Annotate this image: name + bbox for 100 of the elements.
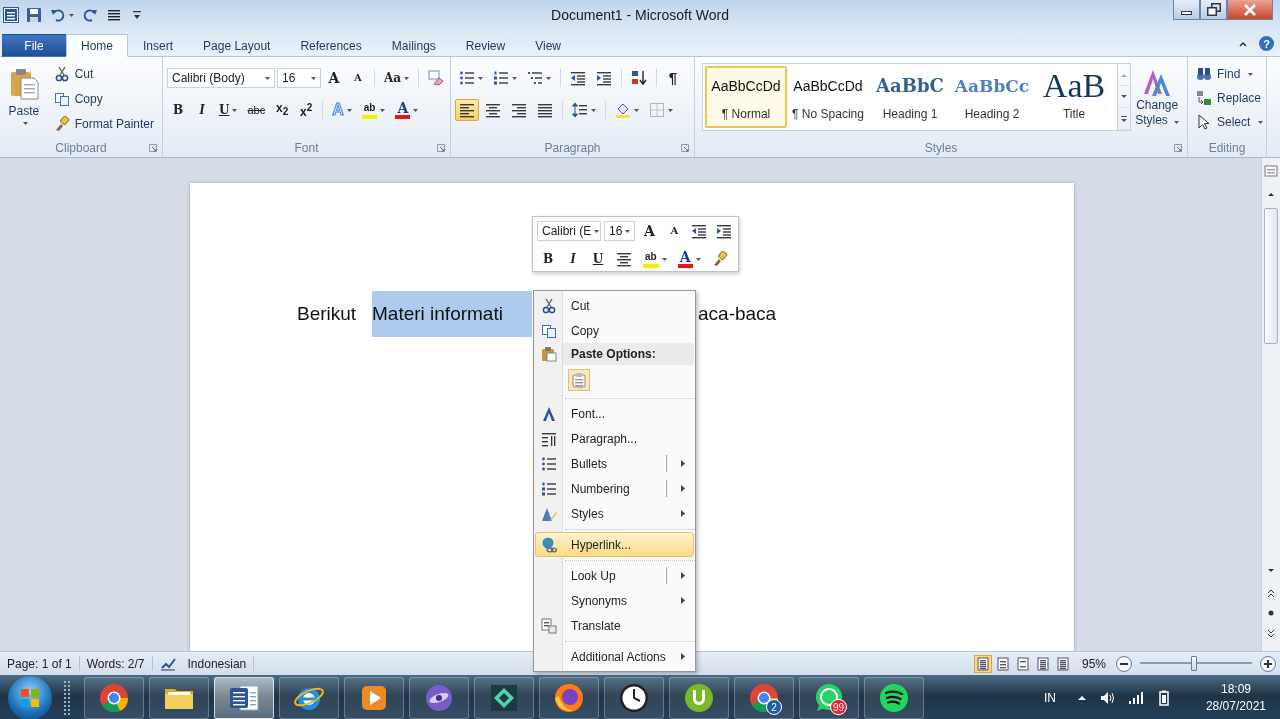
dialog-launcher-icon[interactable] <box>1174 144 1182 152</box>
grow-font-button[interactable]: A <box>638 220 661 242</box>
font-icon <box>541 405 557 422</box>
help-button[interactable]: ? <box>1259 36 1274 51</box>
font-name-field[interactable]: Calibri (Body) <box>167 68 275 88</box>
menu-item[interactable]: Translate <box>535 613 694 638</box>
dialog-launcher-icon[interactable] <box>149 144 157 152</box>
menu-item[interactable]: Look Up <box>535 563 694 588</box>
taskbar-app[interactable] <box>214 677 274 719</box>
replace-button[interactable]: Replace <box>1192 87 1268 109</box>
menu-item[interactable]: Numbering <box>535 476 694 501</box>
font-size-field[interactable]: 16 <box>277 68 321 88</box>
undo-icon <box>50 7 66 23</box>
zoom-in-button[interactable] <box>1260 655 1276 672</box>
web-view-button[interactable] <box>1014 654 1032 673</box>
taskbar-app[interactable] <box>539 677 599 719</box>
menu-item[interactable]: Bullets <box>535 451 694 476</box>
scrollbar-thumb[interactable] <box>1264 208 1278 344</box>
cut-button[interactable]: Cut <box>49 63 158 85</box>
align-left-button[interactable] <box>455 99 479 121</box>
taskbar-app[interactable] <box>409 677 469 719</box>
change-case-button[interactable]: Aa <box>380 67 414 89</box>
underline-button[interactable]: U <box>215 99 242 121</box>
menu-item[interactable]: Additional Actions <box>535 644 694 669</box>
ribbon-tab[interactable]: Mailings <box>376 34 451 57</box>
close-button[interactable] <box>1227 0 1273 20</box>
ribbon-tab[interactable]: File <box>2 34 66 57</box>
ribbon-tab[interactable]: Insert <box>128 34 189 57</box>
superscript-button[interactable]: x$^{2}$ <box>295 99 318 121</box>
taskbar-app[interactable] <box>344 677 404 719</box>
ribbon-tab[interactable]: Review <box>450 34 521 57</box>
change-styles-button[interactable]: Change Styles <box>1131 61 1183 138</box>
shrink-font-button[interactable]: A <box>347 67 369 89</box>
menu-item[interactable]: Copy <box>535 318 694 343</box>
highlight-button[interactable]: ab <box>639 248 671 270</box>
highlight-button[interactable]: ab <box>357 99 390 121</box>
menu-item[interactable]: Paragraph... <box>535 426 694 451</box>
style-preset[interactable]: AaBbCcDd ¶ No Spacing <box>787 66 869 128</box>
maximize-button[interactable] <box>1200 0 1227 20</box>
style-preset[interactable]: AaBbCc Heading 2 <box>951 66 1033 128</box>
copy-button[interactable]: Copy <box>49 88 158 110</box>
taskbar-app[interactable]: 99 <box>799 677 859 719</box>
taskbar-app[interactable]: 2 <box>734 677 794 719</box>
style-preset[interactable]: AaBbC Heading 1 <box>869 66 951 128</box>
menu-item[interactable]: Font... <box>535 401 694 426</box>
taskbar-app[interactable] <box>864 677 924 719</box>
font-color-button[interactable]: A <box>673 248 705 270</box>
format-painter-button[interactable]: Format Painter <box>49 113 158 135</box>
underline-button[interactable]: U <box>587 248 609 270</box>
dialog-launcher-icon[interactable] <box>437 144 445 152</box>
word-count[interactable]: Words: 2/7 <box>79 656 153 671</box>
paste-button[interactable]: Paste <box>4 61 44 138</box>
ruler-toggle-button[interactable] <box>1263 162 1279 180</box>
select-button[interactable]: Select <box>1192 111 1268 133</box>
font-size-field[interactable]: 16 <box>604 221 636 241</box>
draft-view-button[interactable] <box>1054 654 1072 673</box>
page-count[interactable]: Page: 1 of 1 <box>0 656 80 671</box>
zoom-level[interactable]: 95% <box>1074 656 1114 671</box>
menu-item[interactable]: Hyperlink... <box>535 532 694 557</box>
language-label[interactable]: Indonesian <box>187 656 247 671</box>
italic-button[interactable]: I <box>191 99 213 121</box>
subscript-button[interactable]: x$_{2}$ <box>271 99 294 121</box>
menu-item[interactable]: Styles <box>535 501 694 526</box>
taskbar-app[interactable] <box>604 677 664 719</box>
taskbar-app[interactable] <box>149 677 209 719</box>
menu-item[interactable]: Synonyms <box>535 588 694 613</box>
taskbar-app[interactable] <box>474 677 534 719</box>
start-button[interactable] <box>8 676 52 719</box>
italic-button[interactable]: I <box>562 248 584 270</box>
ribbon-tab[interactable]: Page Layout <box>188 34 286 57</box>
strikethrough-button[interactable]: abc <box>243 99 270 121</box>
outline-view-button[interactable] <box>1034 654 1052 673</box>
print-view-button[interactable] <box>974 654 992 673</box>
menu-item[interactable]: Cut <box>535 293 694 318</box>
paste-option-button[interactable] <box>568 369 590 391</box>
taskbar-app[interactable] <box>279 677 339 719</box>
zoom-out-button[interactable] <box>1116 655 1132 672</box>
minimize-button[interactable] <box>1173 0 1200 20</box>
input-language[interactable]: IN <box>1043 691 1056 705</box>
ribbon-tab[interactable]: View <box>520 34 576 57</box>
slider-thumb[interactable] <box>1190 656 1197 671</box>
style-preset[interactable]: AaBbCcDd ¶ Normal <box>705 66 787 128</box>
chat-icon <box>813 682 845 714</box>
find-button[interactable]: Find <box>1192 63 1268 85</box>
bold-button[interactable]: B <box>537 248 559 270</box>
grow-font-button[interactable]: A <box>323 67 345 89</box>
clock-date[interactable]: 28/07/2021 <box>1205 698 1266 715</box>
ribbon-tab[interactable]: References <box>285 34 377 57</box>
save-button[interactable] <box>25 6 43 24</box>
clock-time[interactable]: 18:09 <box>1220 681 1251 698</box>
font-color-button[interactable]: A <box>391 99 423 121</box>
reading-view-button[interactable] <box>994 654 1012 673</box>
ribbon-tab[interactable]: Home <box>66 34 128 57</box>
bold-button[interactable]: B <box>167 99 189 121</box>
taskbar-app[interactable] <box>669 677 729 719</box>
dialog-launcher-icon[interactable] <box>681 144 689 152</box>
shrink-font-button[interactable]: A <box>663 220 686 242</box>
show-marks-button[interactable]: ¶ <box>662 67 684 89</box>
font-name-field[interactable]: Calibri (E <box>537 221 601 241</box>
style-preset[interactable]: AaB Title <box>1033 66 1115 128</box>
